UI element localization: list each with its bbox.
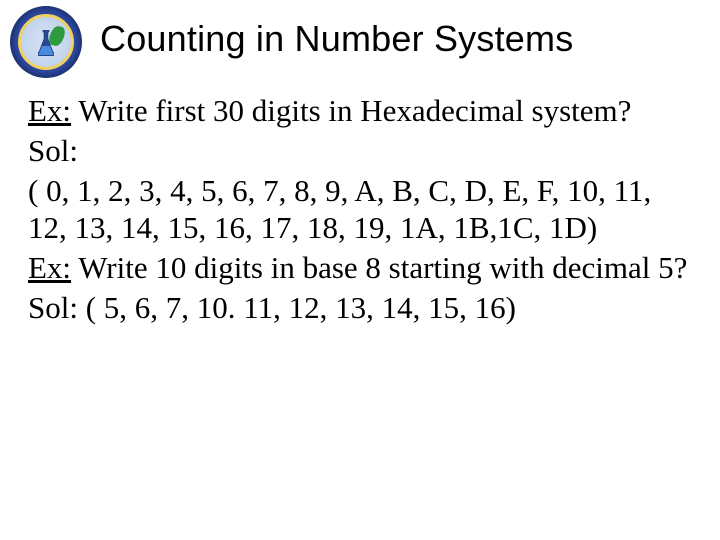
example-2-question: Write 10 digits in base 8 starting with … (71, 250, 687, 285)
ex-label: Ex: (28, 250, 71, 285)
slide-body: Ex: Write first 30 digits in Hexadecimal… (28, 92, 690, 329)
example-1: Ex: Write first 30 digits in Hexadecimal… (28, 92, 690, 130)
example-1-answer: ( 0, 1, 2, 3, 4, 5, 6, 7, 8, 9, A, B, C,… (28, 172, 690, 248)
example-1-question: Write first 30 digits in Hexadecimal sys… (71, 93, 631, 128)
slide-title: Counting in Number Systems (100, 18, 680, 60)
ex-label: Ex: (28, 93, 71, 128)
institution-logo (10, 6, 82, 78)
example-2-answer: Sol: ( 5, 6, 7, 10. 11, 12, 13, 14, 15, … (28, 289, 690, 327)
example-2: Ex: Write 10 digits in base 8 starting w… (28, 249, 690, 287)
slide: Counting in Number Systems Ex: Write fir… (0, 0, 720, 540)
sol-label-1: Sol: (28, 132, 690, 170)
